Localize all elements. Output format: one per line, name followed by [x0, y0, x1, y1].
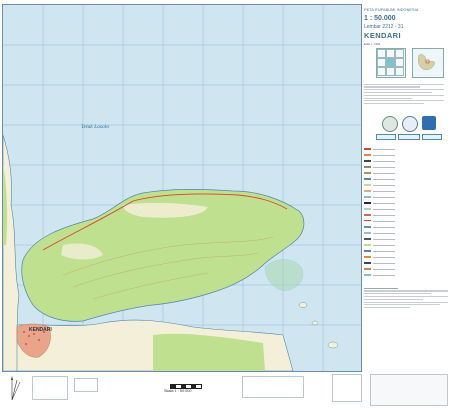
sheet-index-diagram	[376, 48, 406, 78]
bottom-marginal-strip: Skala 1 : 50.000	[2, 372, 448, 406]
map-canvas[interactable]: Teluk Lasolo KENDARI	[3, 5, 361, 371]
grid-reference-box	[74, 378, 98, 392]
declination-note	[32, 376, 68, 400]
sheet-info-table	[370, 374, 448, 406]
city-name-label: KENDARI	[29, 327, 52, 333]
notes-block	[364, 286, 448, 336]
scale-label: 1 : 50.000	[364, 15, 396, 22]
edition-label: Edisi I - 1991	[364, 42, 381, 46]
marginal-info-panel: PETA RUPABUMI INDONESIA 1 : 50.000 Lemba…	[364, 4, 448, 404]
north-arrow-icon	[11, 376, 21, 401]
sea-name-label: Teluk Lasolo	[81, 124, 109, 130]
contour-interval-note	[242, 376, 304, 398]
institution-logo-icon	[402, 116, 418, 132]
map-frame[interactable]: Teluk Lasolo KENDARI	[2, 4, 362, 372]
sheet-name: KENDARI	[364, 31, 401, 40]
sheet-number: Lembar 2212 - 31	[364, 24, 404, 30]
topographic-map-sheet: { "header": { "series_title": "PETA RUPA…	[0, 0, 450, 408]
institution-logos	[378, 116, 440, 132]
location-inset-map	[412, 48, 444, 78]
legend-tabs	[376, 134, 442, 142]
marginal-text-block	[364, 82, 444, 106]
scale-bar-label: Skala 1 : 50.000	[164, 389, 192, 393]
eagle-logo-icon	[422, 116, 436, 130]
institution-logo-icon	[382, 116, 398, 132]
series-title: PETA RUPABUMI INDONESIA	[364, 8, 419, 12]
map-legend	[364, 146, 448, 284]
adjoining-sheets-diagram	[332, 374, 362, 402]
